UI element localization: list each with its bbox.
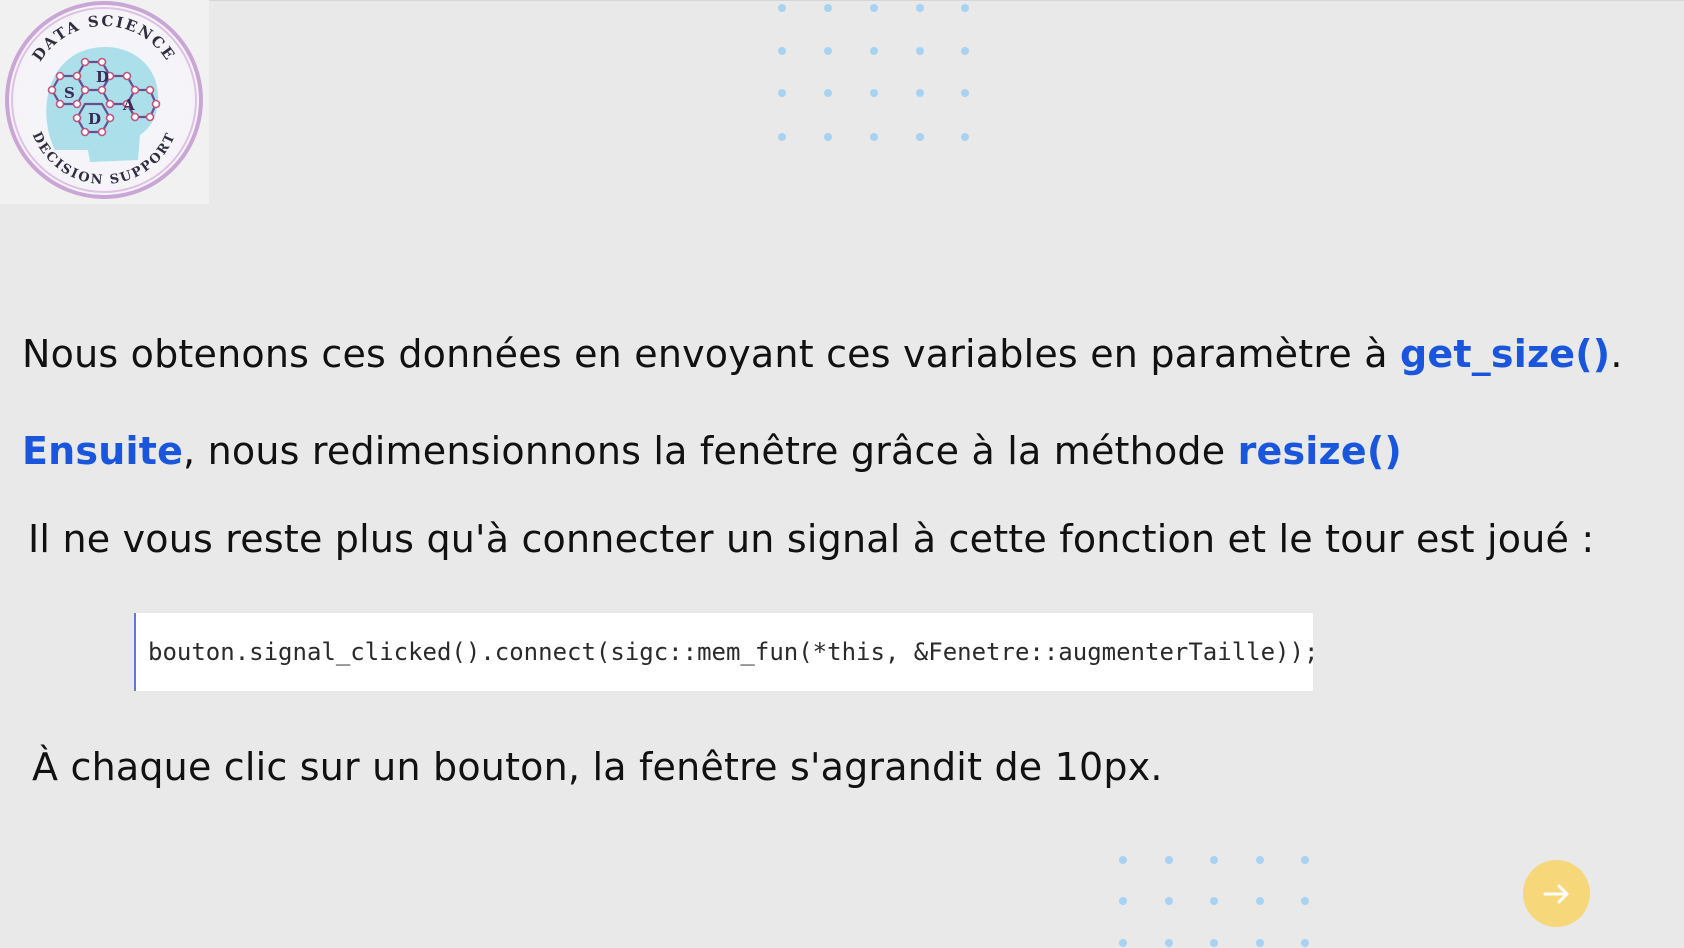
code-line: bouton.signal_clicked().connect(sigc::me… [148,638,1319,666]
ensuite-word: Ensuite [22,429,184,473]
get-size-method: get_size() [1399,332,1611,376]
paragraph-resize: Ensuite, nous redimensionnons la fenêtre… [22,427,1402,475]
decorative-dot-grid-top [770,0,980,146]
logo-letter: D [96,68,109,86]
next-slide-button[interactable] [1523,860,1590,927]
code-snippet: bouton.signal_clicked().connect(sigc::me… [134,613,1318,691]
arrow-right-icon [1543,884,1568,903]
logo-letter: S [64,84,75,102]
line3-text: Il ne vous reste plus qu'à connecter un … [28,517,1595,561]
line2-text: , nous redimensionnons la fenêtre grâce … [183,429,1238,473]
line1-text: Nous obtenons ces données en envoyant ce… [22,332,1400,376]
paragraph-connect-signal: Il ne vous reste plus qu'à connecter un … [28,515,1594,563]
line4-text: À chaque clic sur un bouton, la fenêtre … [32,745,1163,789]
paragraph-get-size: Nous obtenons ces données en envoyant ce… [22,330,1623,378]
decorative-dot-grid-bottom [1112,852,1322,948]
resize-method: resize() [1237,429,1402,473]
data-science-logo: S D D A DATA SCIENCE DECISION SUPPORT [0,0,209,204]
line1-period: . [1610,332,1623,376]
logo-letter: D [88,110,101,128]
slide: S D D A DATA SCIENCE DECISION SUPPORT No… [0,0,1684,948]
paragraph-result: À chaque clic sur un bouton, la fenêtre … [32,743,1163,791]
logo-letter: A [122,96,135,114]
